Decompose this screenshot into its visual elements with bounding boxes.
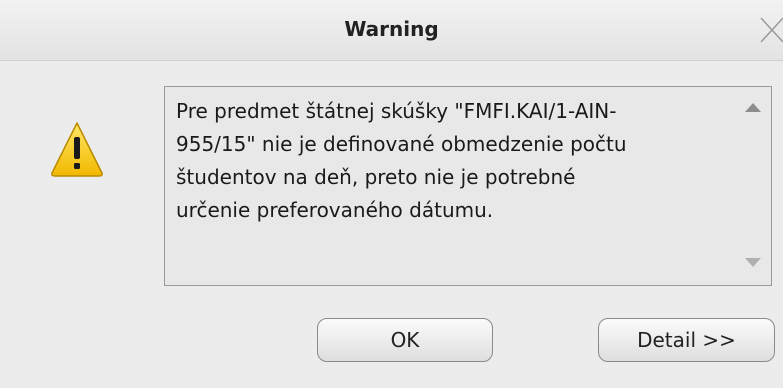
ok-button[interactable]: OK — [317, 318, 493, 362]
dialog-title: Warning — [344, 17, 439, 41]
close-icon[interactable] — [757, 12, 783, 46]
detail-button[interactable]: Detail >> — [598, 318, 775, 362]
warning-message: Pre predmet štátnej skúšky "FMFI.KAI/1-A… — [176, 95, 724, 227]
scroll-up-arrow-icon[interactable] — [745, 103, 761, 112]
warning-dialog: Warning Pre predmet štátnej skúšky "FMFI… — [0, 0, 783, 388]
vertical-scrollbar[interactable] — [735, 87, 771, 285]
scroll-down-arrow-icon[interactable] — [745, 258, 761, 267]
message-line: študentov na deň, preto nie je potrebné — [176, 165, 576, 189]
message-line: Pre predmet štátnej skúšky "FMFI.KAI/1-A… — [176, 99, 617, 123]
message-area[interactable]: Pre predmet štátnej skúšky "FMFI.KAI/1-A… — [164, 86, 772, 286]
message-line: 955/15" nie je definované obmedzenie poč… — [176, 132, 627, 156]
warning-icon — [51, 122, 103, 177]
title-bar[interactable]: Warning — [0, 0, 783, 61]
message-line: určenie preferovaného dátumu. — [176, 198, 494, 222]
